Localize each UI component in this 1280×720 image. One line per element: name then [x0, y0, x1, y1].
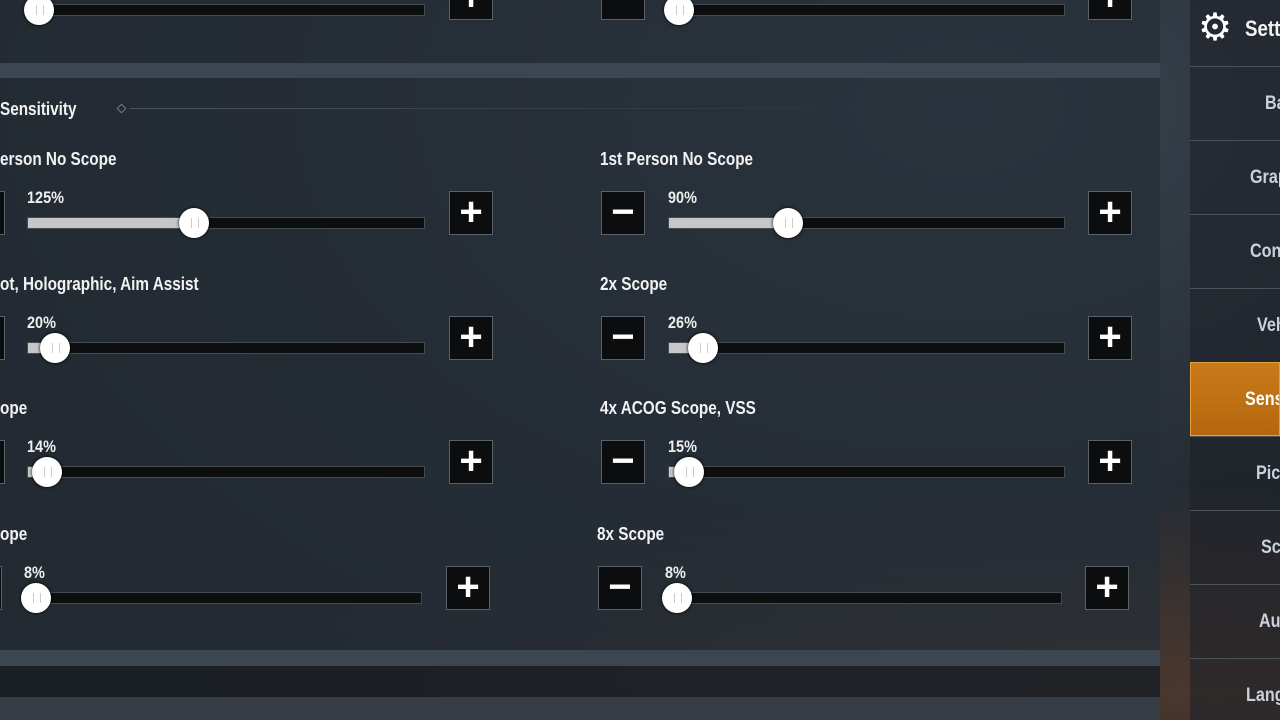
slider-track[interactable] [27, 208, 425, 238]
plus-button[interactable]: + [1088, 316, 1132, 360]
sidebar-item[interactable]: Veh [1190, 288, 1280, 362]
slider-value: 90% [668, 188, 697, 207]
sidebar-item[interactable]: Sc [1190, 510, 1280, 584]
slider-track[interactable] [668, 333, 1065, 363]
plus-button[interactable]: + [449, 440, 493, 484]
slider-value: 8% [24, 563, 45, 582]
sidebar-item-label: Sens [1245, 389, 1280, 410]
slider-label: 8x Scope [597, 524, 665, 544]
plus-button[interactable]: + [1088, 191, 1132, 235]
plus-button[interactable]: + [446, 566, 490, 610]
minus-button[interactable]: − [0, 316, 5, 360]
slider-label: 2x Scope [600, 274, 668, 294]
slider-track[interactable] [20, 583, 422, 613]
slider-thumb[interactable] [20, 583, 51, 613]
sensitivity-section-panel [0, 78, 1160, 650]
sidebar-item[interactable]: Pic [1190, 436, 1280, 510]
slider-track[interactable] [668, 457, 1065, 487]
minus-button[interactable]: − [0, 566, 2, 610]
slider-value: 8% [665, 563, 686, 582]
section-divider [0, 63, 1160, 78]
slider-label: 1st Person No Scope [600, 149, 754, 169]
sidebar-item-label: Veh [1257, 315, 1280, 336]
slider-fill [28, 218, 194, 228]
slider-value: 26% [668, 313, 697, 332]
plus-button[interactable]: + [1085, 566, 1129, 610]
slider-track[interactable] [27, 333, 425, 363]
settings-title: Sett [1245, 16, 1280, 41]
slider-value: 15% [668, 437, 697, 456]
slider-label: ope [0, 524, 28, 544]
title-underline [130, 108, 910, 109]
minus-button[interactable]: − [601, 191, 645, 235]
slider-label: 4x ACOG Scope, VSS [600, 398, 756, 418]
slider-track[interactable] [668, 208, 1065, 238]
sidebar-item-label: Au [1259, 611, 1280, 632]
slider-track[interactable] [664, 0, 1065, 25]
slider-track[interactable] [24, 0, 425, 25]
settings-sidebar: ⚙ Sett Ba Grap Con Veh Sens Pic Sc Au Lang [1190, 0, 1280, 720]
minus-button[interactable]: − [601, 316, 645, 360]
sidebar-item[interactable]: Sens [1190, 362, 1280, 436]
sidebar-item-label: Grap [1250, 167, 1280, 188]
slider-thumb[interactable] [673, 457, 704, 487]
sidebar-item-label: Con [1250, 241, 1280, 262]
plus-button[interactable]: + [449, 316, 493, 360]
slider-label: erson No Scope [0, 149, 117, 169]
minus-button[interactable]: − [601, 0, 645, 20]
section-divider [0, 650, 1160, 666]
minus-button[interactable]: − [0, 440, 5, 484]
plus-button[interactable]: + [1088, 440, 1132, 484]
slider-value: 125% [27, 188, 64, 207]
slider-thumb[interactable] [31, 457, 62, 487]
next-section-header [0, 666, 1160, 697]
sidebar-item-label: Lang [1246, 685, 1280, 706]
slider-label: ope [0, 398, 28, 418]
slider-thumb[interactable] [661, 583, 692, 613]
sidebar-item-label: Sc [1261, 537, 1280, 558]
slider-label: ot, Holographic, Aim Assist [0, 274, 199, 294]
plus-button[interactable]: + [449, 191, 493, 235]
slider-thumb[interactable] [39, 333, 70, 363]
next-section-panel [0, 697, 1160, 720]
sidebar-item[interactable]: Au [1190, 584, 1280, 658]
gear-icon: ⚙ [1198, 7, 1233, 49]
sidebar-item-label: Ba [1265, 93, 1280, 114]
slider-value: 20% [27, 313, 56, 332]
section-title: Sensitivity [0, 99, 77, 119]
slider-thumb[interactable] [773, 208, 804, 238]
slider-track[interactable] [27, 457, 425, 487]
slider-thumb[interactable] [178, 208, 209, 238]
sidebar-item[interactable]: Lang [1190, 658, 1280, 720]
plus-button[interactable]: + [449, 0, 493, 20]
minus-button[interactable]: − [601, 440, 645, 484]
sidebar-item[interactable]: Ba [1190, 66, 1280, 140]
plus-button[interactable]: + [1088, 0, 1132, 20]
sidebar-item-label: Pic [1256, 463, 1280, 484]
sidebar-item[interactable]: Grap [1190, 140, 1280, 214]
slider-value: 14% [27, 437, 56, 456]
slider-fill [669, 218, 789, 228]
minus-button[interactable]: − [0, 191, 5, 235]
slider-track[interactable] [661, 583, 1062, 613]
sidebar-item[interactable]: Con [1190, 214, 1280, 288]
minus-button[interactable]: − [598, 566, 642, 610]
